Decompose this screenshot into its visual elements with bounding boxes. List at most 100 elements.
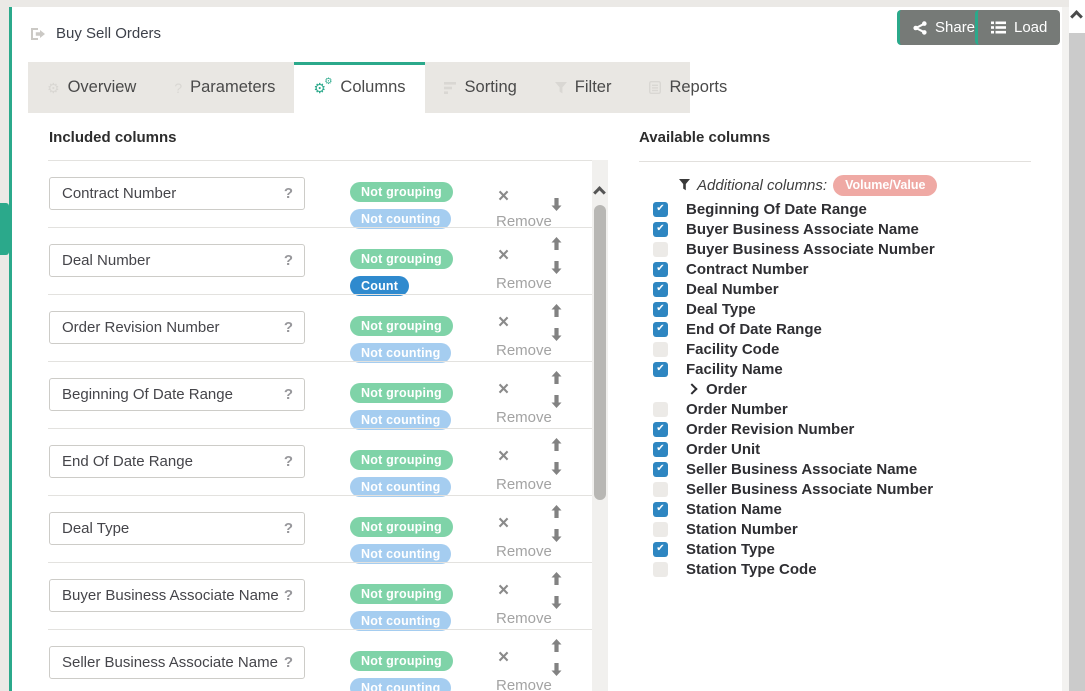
item-label[interactable]: Seller Business Associate Number: [686, 481, 933, 498]
column-name-input[interactable]: Beginning Of Date Range ?: [49, 378, 305, 411]
item-label[interactable]: Seller Business Associate Name: [686, 461, 917, 478]
item-label[interactable]: Order Revision Number: [686, 421, 854, 438]
move-down-button[interactable]: [551, 395, 562, 408]
item-checkbox[interactable]: ✔: [653, 502, 668, 517]
badge-not-grouping[interactable]: Not grouping: [350, 182, 453, 202]
help-icon[interactable]: ?: [284, 252, 293, 269]
scroll-up-icon[interactable]: [1070, 10, 1083, 23]
scroll-up-icon[interactable]: [593, 186, 606, 199]
item-checkbox[interactable]: ✔: [653, 562, 668, 577]
remove-x-icon[interactable]: ×: [498, 246, 509, 265]
item-label[interactable]: Order: [706, 381, 747, 398]
item-label[interactable]: Buyer Business Associate Number: [686, 241, 935, 258]
item-checkbox[interactable]: ✔: [653, 482, 668, 497]
item-checkbox[interactable]: ✔: [653, 282, 668, 297]
column-name-input[interactable]: End Of Date Range ?: [49, 445, 305, 478]
move-up-button[interactable]: [551, 639, 562, 652]
move-down-button[interactable]: [551, 596, 562, 609]
help-icon[interactable]: ?: [284, 319, 293, 336]
item-checkbox[interactable]: ✔: [653, 522, 668, 537]
help-icon[interactable]: ?: [284, 654, 293, 671]
badge-not-counting[interactable]: Not counting: [350, 209, 451, 229]
item-checkbox[interactable]: ✔: [653, 362, 668, 377]
item-label[interactable]: Order Number: [686, 401, 788, 418]
badge-not-grouping[interactable]: Not grouping: [350, 517, 453, 537]
remove-label[interactable]: Remove: [496, 610, 552, 627]
included-list-scrollbar[interactable]: [592, 160, 608, 691]
item-checkbox[interactable]: ✔: [653, 262, 668, 277]
remove-x-icon[interactable]: ×: [498, 648, 509, 667]
item-checkbox[interactable]: ✔: [653, 542, 668, 557]
help-icon[interactable]: ?: [284, 386, 293, 403]
item-label[interactable]: Deal Type: [686, 301, 756, 318]
move-up-button[interactable]: [551, 304, 562, 317]
load-button[interactable]: Load: [975, 10, 1060, 45]
move-up-button[interactable]: [551, 237, 562, 250]
badge-not-counting[interactable]: Not counting: [350, 477, 451, 497]
badge-not-counting[interactable]: Not counting: [350, 343, 451, 363]
scrollbar-thumb[interactable]: [1069, 33, 1085, 691]
move-down-button[interactable]: [551, 462, 562, 475]
move-down-button[interactable]: [551, 529, 562, 542]
item-label[interactable]: Station Number: [686, 521, 798, 538]
tab-overview[interactable]: ⚙ Overview: [28, 62, 155, 113]
item-checkbox[interactable]: ✔: [653, 202, 668, 217]
item-checkbox[interactable]: ✔: [653, 442, 668, 457]
badge-not-grouping[interactable]: Not grouping: [350, 450, 453, 470]
badge-not-counting[interactable]: Not counting: [350, 611, 451, 631]
move-down-button[interactable]: [551, 328, 562, 341]
item-label[interactable]: End Of Date Range: [686, 321, 822, 338]
column-name-input[interactable]: Deal Type ?: [49, 512, 305, 545]
tab-sorting[interactable]: Sorting: [425, 62, 536, 113]
help-icon[interactable]: ?: [284, 185, 293, 202]
help-icon[interactable]: ?: [284, 453, 293, 470]
item-label[interactable]: Facility Code: [686, 341, 779, 358]
move-down-button[interactable]: [551, 663, 562, 676]
badge-count[interactable]: Count: [350, 276, 409, 296]
remove-x-icon[interactable]: ×: [498, 447, 509, 466]
item-label[interactable]: Contract Number: [686, 261, 809, 278]
move-up-button[interactable]: [551, 371, 562, 384]
item-checkbox[interactable]: ✔: [653, 322, 668, 337]
item-label[interactable]: Station Type Code: [686, 561, 817, 578]
remove-label[interactable]: Remove: [496, 409, 552, 426]
item-label[interactable]: Beginning Of Date Range: [686, 201, 867, 218]
item-checkbox[interactable]: ✔: [653, 242, 668, 257]
help-icon[interactable]: ?: [284, 587, 293, 604]
page-scrollbar[interactable]: [1069, 0, 1085, 691]
item-checkbox[interactable]: ✔: [653, 222, 668, 237]
column-name-input[interactable]: Contract Number ?: [49, 177, 305, 210]
tab-filter[interactable]: Filter: [536, 62, 631, 113]
item-checkbox[interactable]: ✔: [653, 402, 668, 417]
scrollbar-thumb[interactable]: [594, 205, 606, 500]
item-label[interactable]: Facility Name: [686, 361, 783, 378]
badge-not-counting[interactable]: Not counting: [350, 410, 451, 430]
move-down-button[interactable]: [551, 261, 562, 274]
column-name-input[interactable]: Deal Number ?: [49, 244, 305, 277]
remove-label[interactable]: Remove: [496, 677, 552, 691]
badge-not-grouping[interactable]: Not grouping: [350, 249, 453, 269]
move-up-button[interactable]: [551, 438, 562, 451]
rail-handle[interactable]: [0, 203, 9, 255]
item-label[interactable]: Deal Number: [686, 281, 779, 298]
item-checkbox[interactable]: ✔: [653, 302, 668, 317]
move-up-button[interactable]: [551, 572, 562, 585]
tab-reports[interactable]: Reports: [630, 62, 746, 113]
item-label[interactable]: Buyer Business Associate Name: [686, 221, 919, 238]
help-icon[interactable]: ?: [284, 520, 293, 537]
badge-not-grouping[interactable]: Not grouping: [350, 651, 453, 671]
remove-x-icon[interactable]: ×: [498, 187, 509, 206]
tab-columns[interactable]: ⚙ ⚙ Columns: [294, 62, 424, 113]
item-checkbox[interactable]: ✔: [653, 462, 668, 477]
badge-not-counting[interactable]: Not counting: [350, 678, 451, 691]
badge-not-counting[interactable]: Not counting: [350, 544, 451, 564]
expand-chevron-icon[interactable]: [686, 383, 697, 394]
move-up-button[interactable]: [551, 505, 562, 518]
item-checkbox[interactable]: ✔: [653, 342, 668, 357]
badge-not-grouping[interactable]: Not grouping: [350, 383, 453, 403]
item-label[interactable]: Order Unit: [686, 441, 760, 458]
volume-value-chip[interactable]: Volume/Value: [833, 175, 937, 196]
item-label[interactable]: Station Type: [686, 541, 775, 558]
badge-not-grouping[interactable]: Not grouping: [350, 316, 453, 336]
remove-label[interactable]: Remove: [496, 275, 552, 292]
